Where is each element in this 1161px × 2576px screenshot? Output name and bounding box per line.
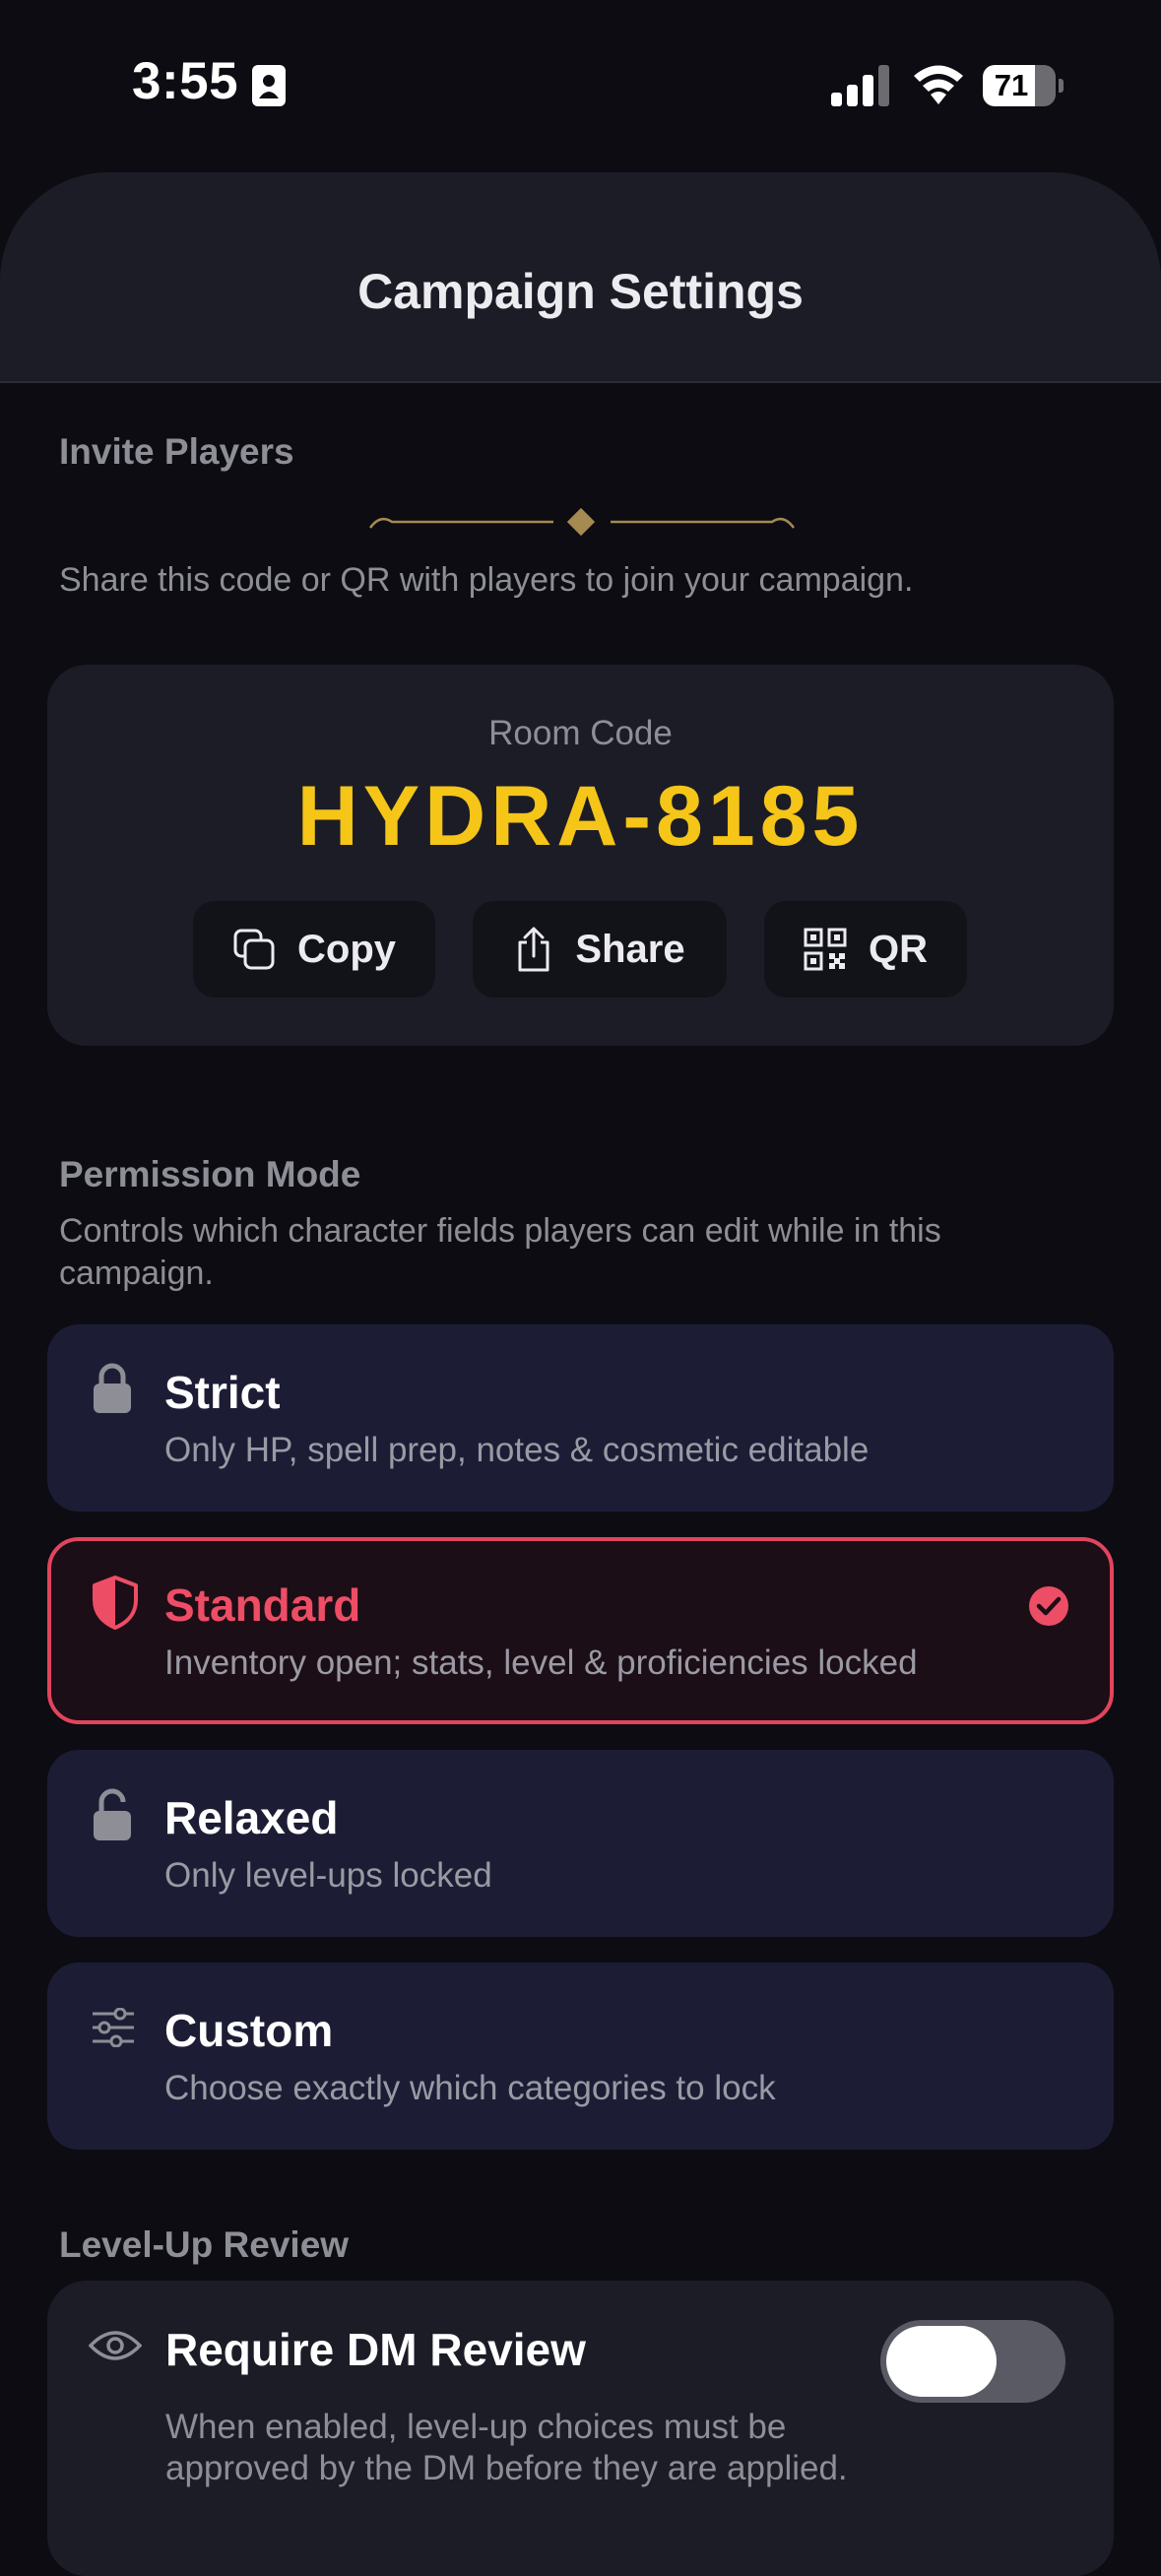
option-title: Relaxed — [164, 1792, 339, 1843]
shield-icon — [93, 1576, 138, 1630]
dm-review-card: Require DM Review When enabled, level-up… — [47, 2281, 1114, 2576]
room-code-value: HYDRA-8185 — [296, 769, 865, 864]
qr-button[interactable]: QR — [764, 901, 967, 998]
share-button[interactable]: Share — [473, 901, 727, 998]
qr-code-icon — [804, 928, 847, 971]
option-title: Custom — [164, 2005, 334, 2056]
toggle-knob — [886, 2326, 997, 2397]
option-subtitle: Inventory open; stats, level & proficien… — [164, 1643, 918, 1682]
room-code-label: Room Code — [488, 714, 673, 752]
share-button-label: Share — [575, 927, 685, 971]
copy-icon — [233, 929, 275, 970]
permission-option-custom[interactable]: Custom Choose exactly which categories t… — [47, 1963, 1114, 2150]
copy-button-label: Copy — [297, 927, 396, 971]
copy-button[interactable]: Copy — [193, 901, 435, 998]
divider-ornament-icon — [368, 508, 796, 537]
battery-level: 71 — [994, 68, 1029, 102]
option-subtitle: Only level-ups locked — [164, 1856, 492, 1895]
battery-icon: 71 — [983, 65, 1064, 106]
level-up-section-label: Level-Up Review — [59, 2224, 350, 2265]
option-title: Strict — [164, 1367, 281, 1418]
permission-option-standard[interactable]: Standard Inventory open; stats, level & … — [47, 1537, 1114, 1724]
qr-button-label: QR — [869, 927, 928, 971]
share-icon — [518, 927, 549, 972]
sliders-icon — [93, 2008, 134, 2047]
room-code-card: Room Code HYDRA-8185 Copy Share QR — [47, 665, 1114, 1046]
invite-section-label: Invite Players — [59, 431, 294, 472]
permission-description: Controls which character fields players … — [59, 1212, 941, 1292]
option-title: Standard — [164, 1579, 361, 1631]
status-bar: 3:55 71 — [0, 0, 1161, 172]
lock-icon — [94, 1363, 131, 1413]
dm-review-description: When enabled, level-up choices must be a… — [165, 2408, 848, 2487]
dm-review-toggle[interactable] — [880, 2320, 1065, 2403]
dm-review-title: Require DM Review — [165, 2324, 586, 2375]
option-subtitle: Only HP, spell prep, notes & cosmetic ed… — [164, 1431, 870, 1469]
eye-icon — [89, 2331, 142, 2360]
invite-description: Share this code or QR with players to jo… — [59, 561, 914, 599]
permission-section-label: Permission Mode — [59, 1154, 361, 1194]
checkmark-icon — [1029, 1586, 1068, 1626]
wifi-icon — [914, 65, 963, 104]
unlock-icon — [94, 1788, 131, 1840]
contact-card-icon — [252, 65, 286, 106]
cellular-signal-icon — [831, 65, 889, 106]
permission-option-strict[interactable]: Strict Only HP, spell prep, notes & cosm… — [47, 1324, 1114, 1512]
page-title: Campaign Settings — [357, 264, 804, 319]
sheet-header: Campaign Settings — [0, 172, 1161, 383]
status-time: 3:55 — [132, 52, 239, 110]
option-subtitle: Choose exactly which categories to lock — [164, 2069, 776, 2107]
permission-option-relaxed[interactable]: Relaxed Only level-ups locked — [47, 1750, 1114, 1937]
